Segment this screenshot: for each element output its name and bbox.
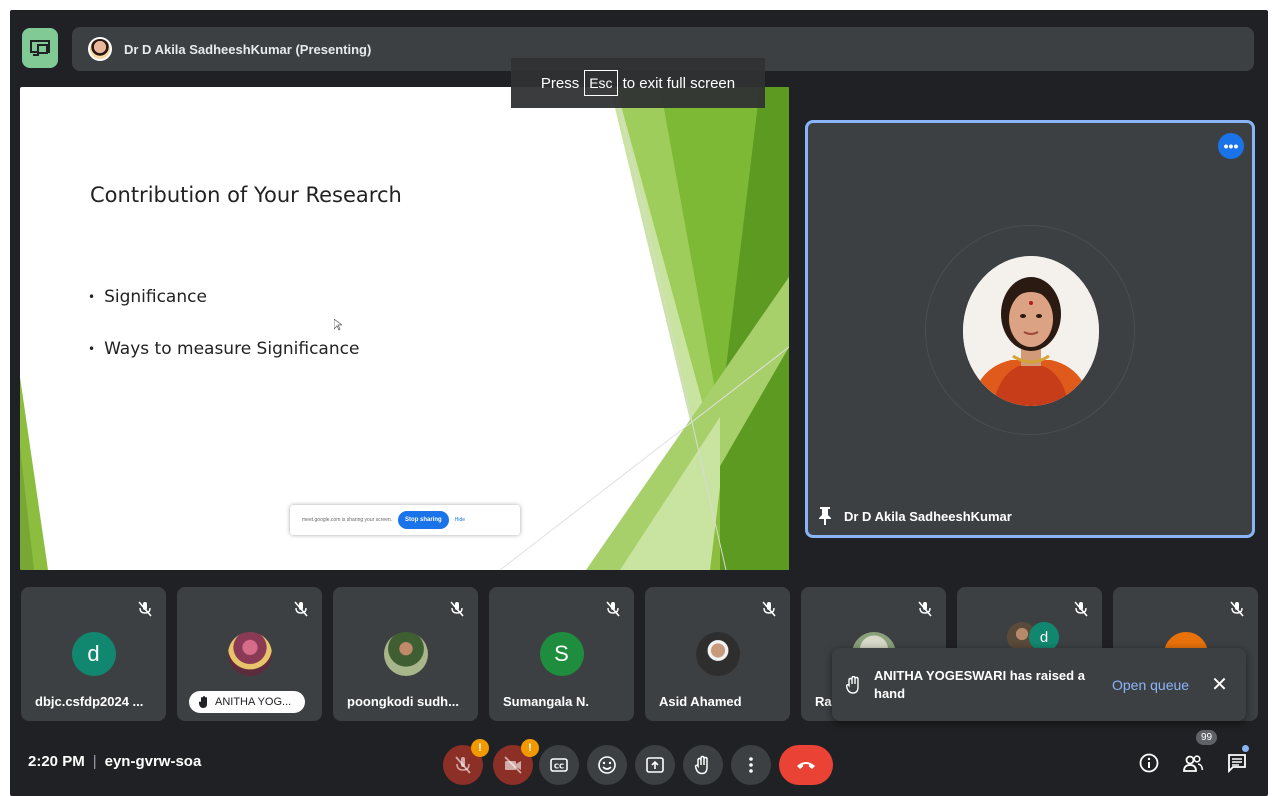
participant-tile[interactable]: poongkodi sudh... bbox=[333, 587, 478, 721]
participant-name: Sumangala N. bbox=[503, 694, 589, 709]
camera-off-icon bbox=[504, 756, 522, 774]
raise-hand-icon bbox=[694, 755, 708, 775]
mic-off-icon bbox=[762, 601, 776, 617]
layout-toggle-button[interactable] bbox=[22, 28, 58, 68]
participant-tile[interactable]: ANITHA YOG... bbox=[177, 587, 322, 721]
mic-off-icon bbox=[294, 601, 308, 617]
participant-photo bbox=[383, 632, 428, 676]
people-button[interactable] bbox=[1180, 750, 1206, 776]
esc-key: Esc bbox=[584, 70, 618, 96]
presenter-avatar bbox=[88, 37, 112, 61]
more-horiz-icon[interactable]: ••• bbox=[1218, 133, 1244, 159]
participant-avatar: d bbox=[71, 632, 116, 676]
meeting-info-separator: | bbox=[92, 753, 97, 770]
participant-name: Asid Ahamed bbox=[659, 694, 742, 709]
participant-avatar: S bbox=[539, 632, 584, 676]
bullet-dot: • bbox=[88, 290, 96, 304]
fullscreen-tip: Press Esc to exit full screen bbox=[511, 58, 765, 108]
participant-name: ANITHA YOG... bbox=[215, 696, 292, 708]
meeting-code: eyn-gvrw-soa bbox=[104, 753, 202, 770]
meet-window: Dr D Akila SadheeshKumar (Presenting) Pr… bbox=[10, 10, 1268, 796]
participant-photo bbox=[227, 632, 272, 676]
participant-name-pill: ANITHA YOG... bbox=[189, 691, 306, 713]
camera-toggle-button[interactable]: ! bbox=[493, 739, 539, 785]
close-icon[interactable]: ✕ bbox=[1211, 672, 1228, 697]
presenter-label: Dr D Akila SadheeshKumar (Presenting) bbox=[124, 41, 372, 57]
pin-icon[interactable] bbox=[818, 507, 832, 525]
mic-off-icon bbox=[1074, 601, 1088, 617]
presenter-tile-name: Dr D Akila SadheeshKumar bbox=[844, 508, 1012, 524]
mic-off-icon bbox=[918, 601, 932, 617]
meeting-details-button[interactable] bbox=[1136, 750, 1162, 776]
svg-text:CC: CC bbox=[554, 763, 564, 771]
more-vert-icon bbox=[749, 757, 753, 773]
slide-decoration bbox=[20, 87, 789, 570]
present-icon bbox=[646, 757, 664, 773]
mouse-pointer-icon bbox=[334, 319, 342, 331]
mic-toggle-button[interactable]: ! bbox=[443, 739, 489, 785]
raised-hand-icon bbox=[846, 675, 859, 694]
emoji-reaction-button[interactable] bbox=[587, 745, 627, 785]
presenter-portrait bbox=[963, 256, 1099, 406]
mic-off-icon bbox=[1230, 601, 1244, 617]
stop-sharing-button[interactable]: Stop sharing bbox=[398, 511, 449, 529]
slide-title: Contribution of Your Research bbox=[90, 183, 402, 207]
shared-slide: Contribution of Your Research • Significa… bbox=[20, 87, 789, 570]
mic-off-icon bbox=[606, 601, 620, 617]
captions-button[interactable]: CC bbox=[539, 745, 579, 785]
meeting-info: 2:20 PM | eyn-gvrw-soa bbox=[28, 753, 201, 770]
hang-up-icon bbox=[797, 762, 815, 769]
hide-share-bar-link[interactable]: Hide bbox=[455, 517, 465, 523]
share-bar-message: meet.google.com is sharing your screen. bbox=[302, 517, 393, 523]
bullet-text: Ways to measure Significance bbox=[104, 339, 360, 359]
tip-press: Press bbox=[540, 74, 580, 92]
participant-name: poongkodi sudh... bbox=[347, 694, 459, 709]
more-options-button[interactable] bbox=[731, 745, 771, 785]
mic-warning-badge: ! bbox=[471, 739, 489, 757]
present-screen-icon bbox=[30, 40, 50, 56]
chat-notification-dot bbox=[1242, 745, 1249, 752]
bullet-dot: • bbox=[88, 342, 96, 356]
open-queue-button[interactable]: Open queue bbox=[1112, 677, 1189, 693]
participant-tile[interactable]: Asid Ahamed bbox=[645, 587, 790, 721]
screen-share-bar: meet.google.com is sharing your screen. … bbox=[290, 505, 520, 535]
participant-count-badge: 99 bbox=[1196, 730, 1218, 745]
bullet-text: Significance bbox=[104, 287, 207, 307]
raised-hand-icon bbox=[199, 696, 207, 708]
chat-icon bbox=[1228, 754, 1246, 774]
meeting-time: 2:20 PM bbox=[28, 753, 85, 770]
presenter-photo bbox=[963, 256, 1099, 406]
participant-tile[interactable]: d dbjc.csfdp2024 ... bbox=[21, 587, 166, 721]
slide-bullet: • Significance bbox=[88, 287, 207, 307]
chat-button[interactable] bbox=[1224, 750, 1250, 776]
raise-hand-toast: ANITHA YOGESWARI has raised a hand Open … bbox=[832, 648, 1246, 721]
tip-rest: to exit full screen bbox=[622, 74, 736, 92]
info-icon bbox=[1139, 753, 1159, 773]
toast-message: ANITHA YOGESWARI has raised a hand bbox=[874, 667, 1085, 701]
participant-photo bbox=[695, 632, 740, 676]
emoji-icon bbox=[598, 756, 616, 774]
raise-hand-button[interactable] bbox=[683, 745, 723, 785]
participant-tile[interactable]: S Sumangala N. bbox=[489, 587, 634, 721]
participant-name: Ra bbox=[815, 694, 832, 709]
presenter-name-tag: Dr D Akila SadheeshKumar bbox=[818, 507, 1012, 525]
mic-off-icon bbox=[138, 601, 152, 617]
captions-icon: CC bbox=[550, 758, 568, 772]
leave-call-button[interactable] bbox=[779, 745, 833, 785]
mic-off-icon bbox=[455, 756, 471, 774]
mic-off-icon bbox=[450, 601, 464, 617]
present-now-button[interactable] bbox=[635, 745, 675, 785]
slide-bullet: • Ways to measure Significance bbox=[88, 339, 359, 359]
participant-name: dbjc.csfdp2024 ... bbox=[35, 694, 144, 709]
people-icon bbox=[1183, 755, 1204, 772]
presenter-video-tile[interactable]: ••• Dr D Akila SadheeshKumar bbox=[805, 120, 1255, 538]
camera-warning-badge: ! bbox=[521, 739, 539, 757]
